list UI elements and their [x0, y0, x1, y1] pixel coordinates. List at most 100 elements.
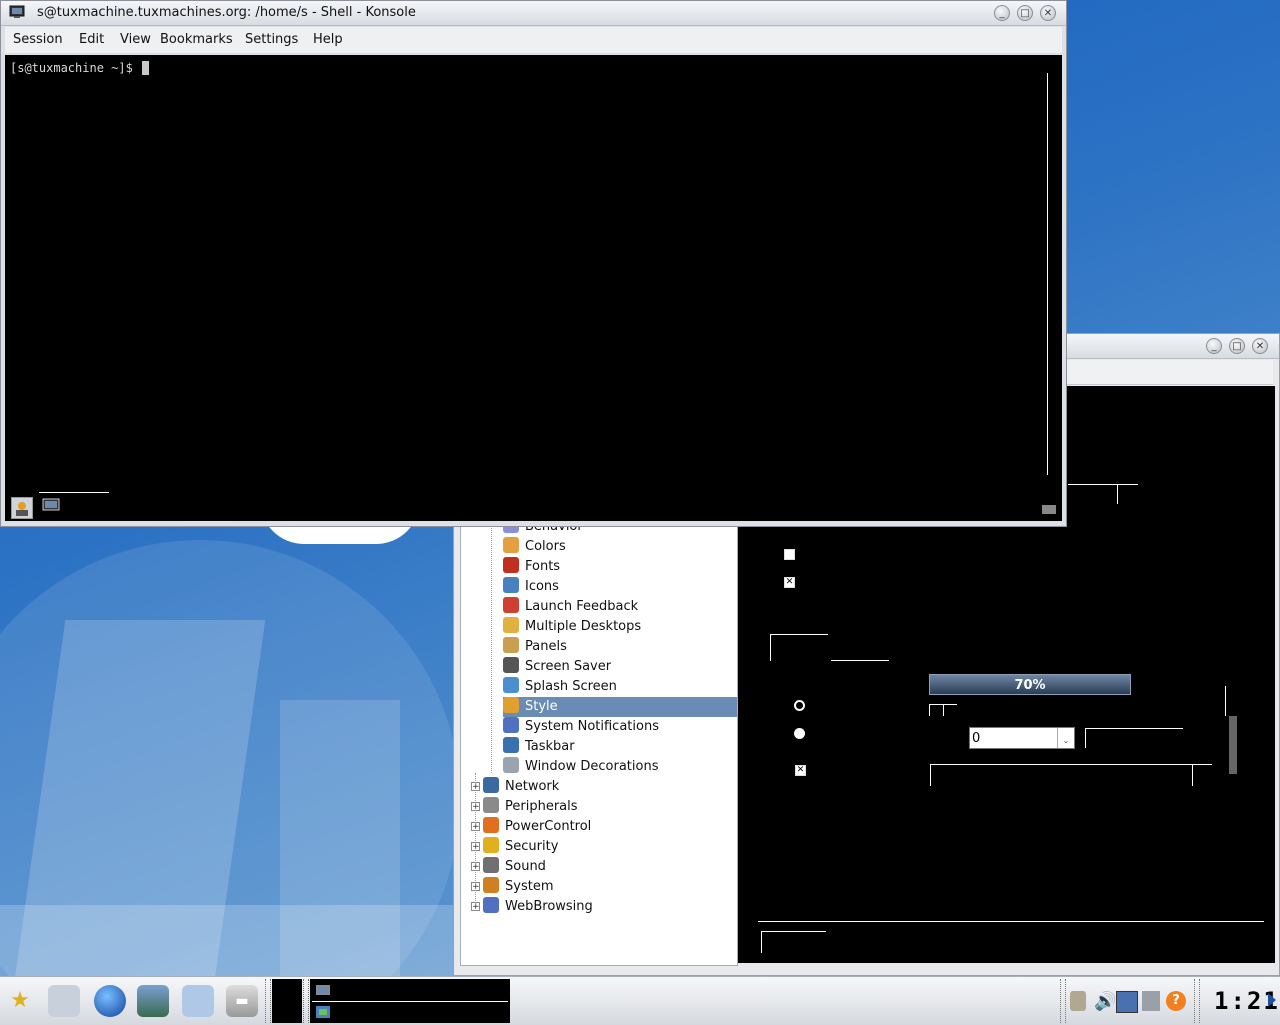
system-notifications-icon [503, 717, 519, 733]
tree-item-taskbar[interactable]: Taskbar [503, 737, 575, 757]
spinbox[interactable]: ⌄ [969, 727, 1075, 749]
scrollbar[interactable] [1047, 73, 1048, 475]
tree-item-window-decorations[interactable]: Window Decorations [503, 757, 659, 777]
panel-hide-arrow-icon[interactable] [1268, 993, 1276, 1007]
taskbar: ★ ▬ 🔊 ? 1:21 [0, 976, 1280, 1025]
tab-line [1068, 484, 1138, 485]
expand-icon[interactable]: + [471, 842, 480, 852]
text-cursor [142, 61, 150, 75]
sound-icon [483, 857, 499, 873]
konsole-window[interactable]: s@tuxmachine.tuxmachines.org: /home/s - … [0, 0, 1067, 527]
tree-item-icons[interactable]: Icons [503, 577, 559, 597]
task-konsole[interactable] [312, 981, 508, 1002]
web-browser-icon[interactable] [94, 985, 126, 1017]
radio-button-selected[interactable] [794, 728, 805, 739]
tree-item-launch-feedback[interactable]: Launch Feedback [503, 597, 638, 617]
scrollbar-handle[interactable] [1229, 716, 1237, 774]
terminal-launcher-icon[interactable]: ▬ [226, 985, 258, 1017]
menu-edit[interactable]: Edit [75, 27, 108, 53]
expand-icon[interactable]: + [471, 862, 480, 872]
tree-item-screen-saver[interactable]: Screen Saver [503, 657, 611, 677]
expand-icon[interactable]: + [471, 782, 480, 792]
minimize-icon[interactable]: _ [994, 5, 1010, 21]
tree-item-network[interactable]: Network [483, 777, 559, 797]
spinbox-input[interactable] [972, 729, 1056, 747]
line-edit-border [1192, 764, 1193, 786]
tree-item-panels[interactable]: Panels [503, 637, 567, 657]
expand-icon[interactable]: + [471, 822, 480, 832]
konsole-titlebar[interactable]: s@tuxmachine.tuxmachines.org: /home/s - … [1, 1, 1066, 26]
maximize-icon[interactable]: □ [1229, 338, 1245, 354]
session-tab[interactable] [41, 497, 65, 517]
security-icon [483, 837, 499, 853]
separator [758, 921, 1264, 922]
tree-item-splash-screen[interactable]: Splash Screen [503, 677, 617, 697]
icons-icon [503, 577, 519, 593]
groupbox-line [831, 660, 889, 661]
clock[interactable]: 1:21 [1214, 983, 1278, 1019]
button-line [761, 931, 762, 953]
progress-label: 70% [1014, 678, 1046, 693]
network-tray-icon[interactable] [1142, 991, 1160, 1011]
powercontrol-icon [483, 817, 499, 833]
taskbar-separator [265, 979, 271, 1023]
slider-line [1225, 686, 1226, 716]
window-decorations-icon [503, 757, 519, 773]
taskbar-separator [1194, 979, 1200, 1023]
menu-session[interactable]: Session [9, 27, 67, 53]
help-icon[interactable]: ? [1166, 991, 1186, 1011]
tree-item-system-notifications[interactable]: System Notifications [503, 717, 659, 737]
minimize-icon[interactable]: _ [1206, 338, 1222, 354]
colors-icon [503, 537, 519, 553]
terminal-icon [42, 498, 60, 511]
display-settings-icon[interactable] [1116, 991, 1138, 1013]
tree-item-powercontrol[interactable]: PowerControl [483, 817, 591, 837]
module-tree[interactable]: Behavior Colors Fonts Icons Launch Feedb… [460, 524, 738, 966]
kmenu-star-icon[interactable]: ★ [4, 985, 36, 1017]
spinbox-arrow-icon[interactable]: ⌄ [1057, 728, 1074, 748]
klipper-icon[interactable] [1070, 991, 1086, 1011]
tree-item-security[interactable]: Security [483, 837, 558, 857]
maximize-icon[interactable]: □ [1017, 5, 1033, 21]
tree-item-colors[interactable]: Colors [503, 537, 566, 557]
tree-item-sound[interactable]: Sound [483, 857, 546, 877]
tree-item-fonts[interactable]: Fonts [503, 557, 560, 577]
wallpaper-floor [0, 905, 460, 976]
groupbox-line [770, 634, 828, 635]
tree-item-multiple-desktops[interactable]: Multiple Desktops [503, 617, 641, 637]
checkbox[interactable] [784, 549, 795, 560]
desktop-pager[interactable] [272, 979, 302, 1023]
system-icon [483, 877, 499, 893]
user-settings-icon[interactable] [48, 985, 80, 1017]
combo-line [1085, 728, 1183, 729]
volume-icon[interactable]: 🔊 [1094, 991, 1116, 1012]
expand-icon[interactable]: + [471, 802, 480, 812]
task-control-center[interactable] [312, 1002, 508, 1022]
new-session-button[interactable] [11, 497, 33, 519]
menu-help[interactable]: Help [309, 27, 347, 53]
image-viewer-icon[interactable] [137, 985, 169, 1017]
tree-item-system[interactable]: System [483, 877, 553, 897]
menu-bookmarks[interactable]: Bookmarks [156, 27, 237, 53]
close-icon[interactable]: ✕ [1040, 5, 1056, 21]
tree-item-webbrowsing[interactable]: WebBrowsing [483, 897, 593, 917]
tree-guide [491, 525, 492, 773]
close-icon[interactable]: ✕ [1252, 338, 1268, 354]
network-tools-icon[interactable] [182, 985, 214, 1017]
radio-button[interactable] [794, 700, 805, 711]
expand-icon[interactable]: + [471, 882, 480, 892]
expand-icon[interactable]: + [471, 902, 480, 912]
checkbox-checked[interactable]: ✕ [795, 765, 806, 776]
tree-item-style[interactable]: Style [503, 697, 737, 717]
menu-view[interactable]: View [116, 27, 155, 53]
menu-settings[interactable]: Settings [241, 27, 302, 53]
tree-item-peripherals[interactable]: Peripherals [483, 797, 578, 817]
close-session-icon[interactable] [1041, 503, 1057, 515]
terminal-area[interactable]: [s@tuxmachine ~]$ [5, 55, 1062, 521]
tab-line [1117, 484, 1118, 504]
terminal-icon [316, 985, 330, 995]
checkbox-checked[interactable]: ✕ [784, 577, 795, 588]
fonts-icon [503, 557, 519, 573]
widget-line [943, 704, 944, 716]
widget-line [929, 704, 930, 716]
